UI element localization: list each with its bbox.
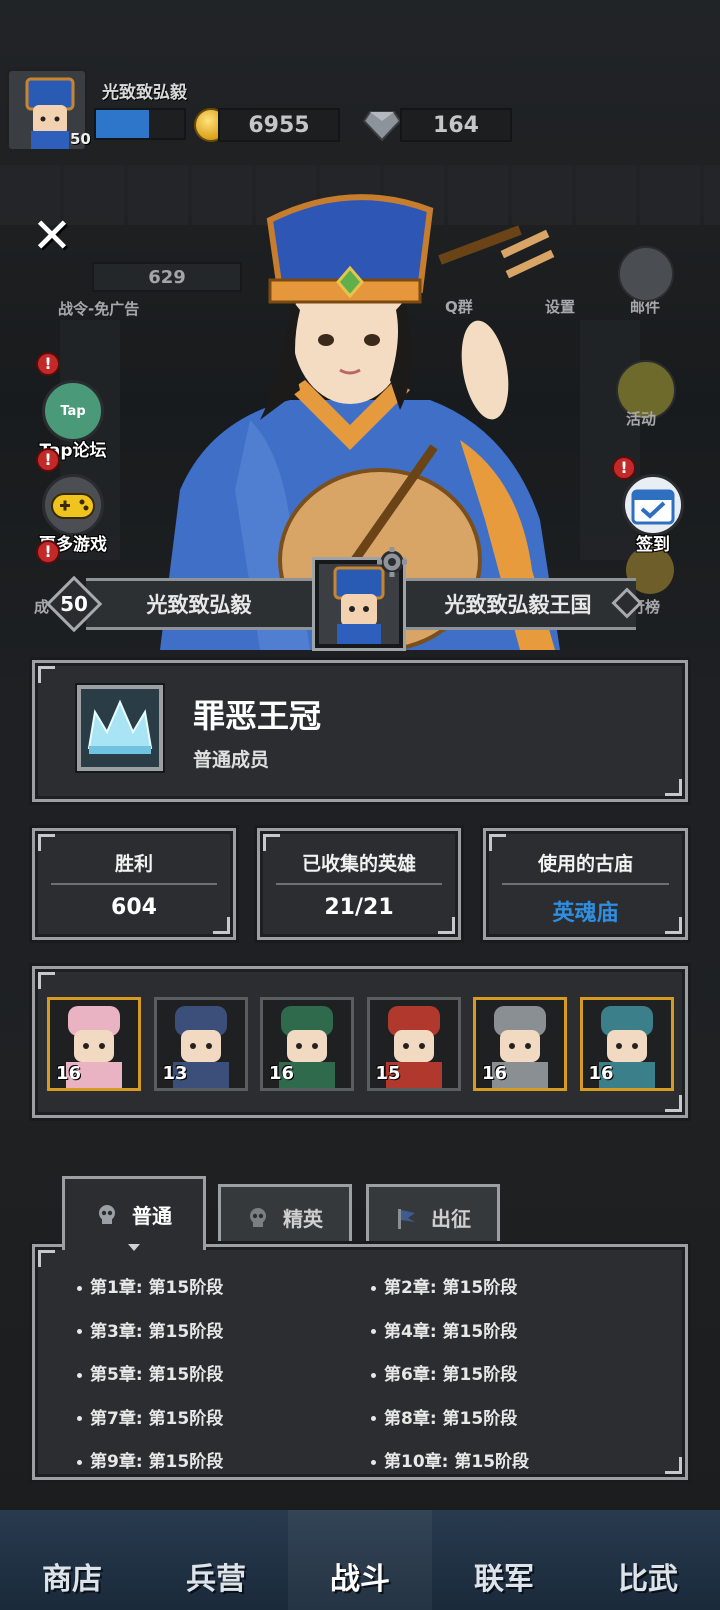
- stat-value: 英魂庙: [552, 901, 619, 926]
- gear-icon[interactable]: [376, 546, 408, 578]
- kingdom-name-banner: 光致致弘毅王国: [400, 578, 636, 630]
- stat-temple-panel: 使用的古庙 英魂庙: [483, 828, 688, 940]
- stat-title: 已收集的英雄: [301, 853, 416, 875]
- chapter-progress-text: 第3章: 第15阶段: [90, 1321, 224, 1342]
- activity-label: 活动: [626, 410, 657, 428]
- nav-label: 比武: [618, 1562, 678, 1597]
- mail-icon: [618, 246, 674, 302]
- xp-bar-fill: [96, 110, 149, 138]
- calendar-check-icon: [622, 474, 684, 536]
- player-level: 50: [70, 130, 91, 148]
- stat-value: 21/21: [324, 895, 394, 920]
- tab-label: 出征: [431, 1207, 471, 1231]
- nav-label: 战斗: [330, 1562, 390, 1597]
- banner-level-value: 50: [60, 592, 88, 616]
- close-button[interactable]: ✕: [28, 212, 76, 260]
- chapter-progress-text: 第5章: 第15阶段: [90, 1365, 224, 1385]
- skull-icon: [99, 1204, 115, 1224]
- chapter-progress-text: 第1章: 第15阶段: [90, 1278, 224, 1298]
- xp-bar: [94, 108, 186, 140]
- hero-level: 13: [162, 1063, 188, 1084]
- tap-icon-text: Tap: [60, 403, 86, 419]
- active-tab-indicator: [128, 1244, 140, 1251]
- stat-title: 使用的古庙: [537, 853, 633, 875]
- pass-label: 战令-免广告: [58, 300, 140, 318]
- hero-level: 16: [56, 1063, 82, 1084]
- gem-icon: [362, 111, 402, 142]
- skull-icon: [250, 1207, 266, 1227]
- nav-label: 兵营: [186, 1562, 246, 1597]
- check-in-button[interactable]: 签到: [608, 474, 698, 555]
- stat-victories-panel: 胜利 604: [32, 828, 236, 940]
- hero-card[interactable]: 16: [579, 997, 674, 1091]
- guild-panel: 罪恶王冠 普通成员: [32, 660, 688, 802]
- tab-normal[interactable]: 普通: [62, 1176, 206, 1250]
- guild-name: 罪恶王冠: [193, 697, 322, 735]
- hero-card[interactable]: 13: [153, 997, 248, 1091]
- alert-badge: !: [36, 540, 60, 564]
- gamepad-icon: [42, 474, 104, 536]
- hero-level: 16: [269, 1063, 295, 1084]
- hero-card[interactable]: 15: [366, 997, 461, 1091]
- guild-role: 普通成员: [193, 749, 270, 771]
- chapter-progress-item: 第3章: 第15阶段: [77, 1317, 223, 1342]
- alert-badge: !: [36, 448, 60, 472]
- hero-card[interactable]: 16: [473, 997, 567, 1091]
- hero-level: 15: [375, 1063, 401, 1084]
- gold-amount: 6955: [218, 108, 340, 142]
- player-name: 光致致弘毅: [102, 83, 187, 103]
- nav-label: 商店: [42, 1562, 102, 1597]
- banner-level-badge: 50: [45, 575, 103, 633]
- hero-level: 16: [588, 1063, 614, 1084]
- hero-lineup-panel: 16 13 16 15 16 16: [32, 966, 688, 1118]
- gem-amount: 164: [400, 108, 512, 142]
- chapter-progress-text: 第2章: 第15阶段: [384, 1278, 518, 1298]
- chapter-progress-text: 第6章: 第15阶段: [384, 1365, 518, 1385]
- nav-label: 联军: [474, 1562, 534, 1597]
- chapter-progress-text: 第10章: 第15阶段: [384, 1452, 530, 1472]
- stat-value: 604: [111, 895, 157, 920]
- chapter-progress-item: 第8章: 第15阶段: [371, 1404, 517, 1429]
- crown-icon: [75, 683, 165, 773]
- chapter-progress-item: 第5章: 第15阶段: [77, 1360, 223, 1385]
- player-name-banner: 光致致弘毅: [86, 578, 312, 630]
- chapter-progress-text: 第9章: 第15阶段: [90, 1452, 224, 1472]
- nav-item[interactable]: 商店: [0, 1510, 144, 1610]
- alert-badge: !: [36, 352, 60, 376]
- check-in-label: 签到: [636, 535, 670, 555]
- hero-card[interactable]: 16: [47, 997, 141, 1091]
- chapter-progress-text: 第4章: 第15阶段: [384, 1321, 518, 1342]
- nav-item[interactable]: 战斗: [288, 1510, 432, 1610]
- chapter-progress-item: 第10章: 第15阶段: [371, 1447, 529, 1472]
- tab-elite[interactable]: 精英: [218, 1184, 352, 1248]
- tap-forum-icon: Tap: [42, 380, 104, 442]
- stat-title: 胜利: [114, 853, 153, 875]
- hero-level: 16: [482, 1063, 508, 1084]
- chapter-progress-item: 第1章: 第15阶段: [77, 1273, 223, 1298]
- chapter-progress-item: 第2章: 第15阶段: [371, 1273, 517, 1298]
- tab-expedition[interactable]: 出征: [366, 1184, 500, 1248]
- hero-card[interactable]: 16: [260, 997, 354, 1091]
- tab-label: 普通: [132, 1204, 172, 1228]
- chapter-progress-text: 第8章: 第15阶段: [384, 1408, 518, 1429]
- chapter-progress-item: 第7章: 第15阶段: [77, 1404, 223, 1429]
- chapter-progress-item: 第6章: 第15阶段: [371, 1360, 517, 1385]
- nav-item[interactable]: 联军: [432, 1510, 576, 1610]
- chapter-progress-item: 第9章: 第15阶段: [77, 1447, 223, 1472]
- chapter-progress-panel: 第1章: 第15阶段 第2章: 第15阶段第3章: 第15阶段 第4章: 第15阶段…: [32, 1244, 688, 1480]
- nav-item[interactable]: 兵营: [144, 1510, 288, 1610]
- bottom-navigation: 商店 兵营 战斗 联军 比武: [0, 1510, 720, 1610]
- flag-icon: [398, 1208, 415, 1229]
- nav-item[interactable]: 比武: [576, 1510, 720, 1610]
- tab-label: 精英: [283, 1207, 323, 1231]
- stat-heroes-collected-panel: 已收集的英雄 21/21: [257, 828, 461, 940]
- chapter-progress-text: 第7章: 第15阶段: [90, 1408, 224, 1429]
- chapter-progress-item: 第4章: 第15阶段: [371, 1317, 517, 1342]
